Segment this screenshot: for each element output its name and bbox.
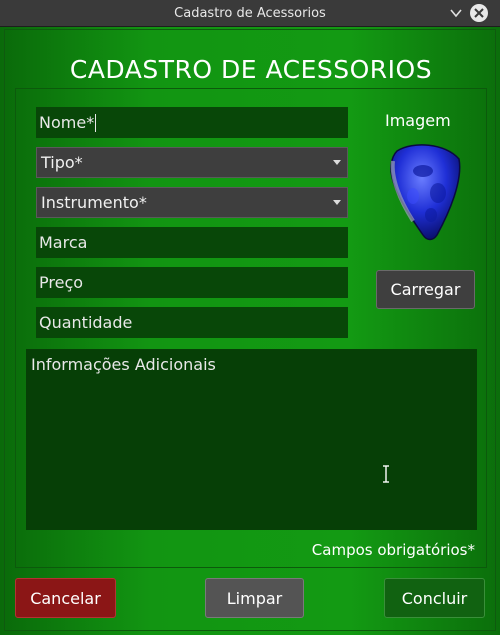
name-placeholder: Nome* [39,113,95,132]
additional-info-textarea[interactable]: Informações Adicionais [26,349,477,530]
load-image-button[interactable]: Carregar [376,270,475,309]
quantity-placeholder: Quantidade [39,313,133,332]
instrument-select[interactable]: Instrumento* [36,187,348,218]
price-placeholder: Preço [39,273,84,292]
price-field[interactable]: Preço [36,267,348,298]
window-title: Cadastro de Acessorios [174,5,326,21]
form-frame: CADASTRO DE ACESSORIOS Nome* Tipo* Instr… [4,29,496,631]
additional-info-placeholder: Informações Adicionais [31,355,216,374]
brand-field[interactable]: Marca [36,227,348,258]
guitar-pick-icon [383,141,463,245]
dropdown-arrow-icon [333,160,341,165]
confirm-button[interactable]: Concluir [384,578,485,618]
ibeam-cursor-icon [382,465,390,487]
clear-button[interactable]: Limpar [205,578,304,618]
dialog-body: CADASTRO DE ACESSORIOS Nome* Tipo* Instr… [0,27,500,635]
quantity-field[interactable]: Quantidade [36,307,348,338]
chevron-down-icon[interactable] [446,3,466,23]
text-cursor [95,113,97,132]
instrument-select-value: Instrumento* [41,193,147,212]
name-field[interactable]: Nome* [36,107,348,138]
type-select[interactable]: Tipo* [36,147,348,178]
required-fields-note: Campos obrigatórios* [311,541,475,559]
title-bar: Cadastro de Acessorios [0,0,500,27]
image-label: Imagem [385,111,451,130]
close-icon[interactable] [469,3,489,23]
brand-placeholder: Marca [39,233,88,252]
dropdown-arrow-icon [333,200,341,205]
form-panel: Nome* Tipo* Instrumento* Marca Preço Qua… [15,88,487,568]
page-title: CADASTRO DE ACESSORIOS [69,55,433,84]
cancel-button[interactable]: Cancelar [15,578,116,618]
type-select-value: Tipo* [41,153,83,172]
